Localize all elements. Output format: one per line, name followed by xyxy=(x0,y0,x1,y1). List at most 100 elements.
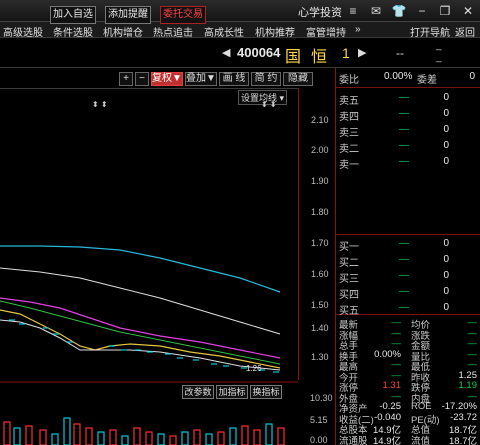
quote-row: 卖二 — 0 xyxy=(339,140,479,156)
marker-arrows-icon: ⬍ ⬍ xyxy=(92,100,108,109)
volume-tick: 5.15 xyxy=(310,415,328,425)
stat-label: 流通股 xyxy=(339,435,368,445)
shirt-icon[interactable]: 👕 xyxy=(391,3,407,19)
zoom-in-button[interactable]: + xyxy=(119,72,133,86)
quote-row: 今开 — 昨收 1.25 xyxy=(339,370,479,384)
price-tick: 1.30 xyxy=(311,352,329,362)
menu-item-high-growth[interactable]: 高成长性 xyxy=(204,24,244,39)
volume-bar xyxy=(25,425,33,445)
volume-bar xyxy=(181,431,189,445)
divider xyxy=(336,87,480,88)
close-icon[interactable]: ✕ xyxy=(460,3,476,19)
kline-chart-svg: 1.26 xyxy=(0,88,298,445)
volume-bar xyxy=(169,435,177,445)
bid-level-label: 买三 xyxy=(339,274,359,285)
price-tick: 1.70 xyxy=(311,238,329,248)
zoom-out-button[interactable]: − xyxy=(135,72,149,86)
menu-item-institution-recommend[interactable]: 机构推荐 xyxy=(255,24,295,39)
bid-level-label: 买四 xyxy=(339,290,359,301)
ask-volume: 0 xyxy=(443,156,449,167)
low-price-label: 1.26 xyxy=(246,364,262,373)
change-indicator-button[interactable]: 换指标 xyxy=(250,385,282,399)
volume-bar xyxy=(193,429,201,445)
volume-bar xyxy=(253,429,261,445)
quote-row: 买二 — 0 xyxy=(339,254,479,270)
add-indicator-button[interactable]: 加指标 xyxy=(216,385,248,399)
quote-row: 总股本 14.9亿 总值 18.7亿 xyxy=(339,422,479,436)
bid-price: — xyxy=(399,254,409,265)
menu-item-back[interactable]: 返回 xyxy=(455,24,475,39)
price-tick: 1.50 xyxy=(311,300,329,310)
volume-bar xyxy=(265,423,273,445)
quote-row: 涨幅 — 涨跌 — xyxy=(339,327,479,342)
quote-row: 外盘 — 内盘 — xyxy=(339,390,479,405)
stat-value: — xyxy=(391,359,402,370)
volume-bar xyxy=(97,431,105,445)
ask-level-label: 卖四 xyxy=(339,112,359,123)
volume-bar xyxy=(229,427,237,445)
volume-bar xyxy=(241,425,249,445)
stat-value: -17.20% xyxy=(441,401,477,412)
stat-value: -0.040 xyxy=(374,411,401,423)
add-watchlist-button[interactable]: 加入自选 xyxy=(50,6,96,24)
weibi-row: 委比 0.00% 委差 0 xyxy=(339,71,479,87)
quote-row: 卖三 — 0 xyxy=(339,124,479,140)
overlay-dropdown[interactable]: 叠加▼ xyxy=(185,72,217,86)
stat-value: — xyxy=(391,327,402,339)
menu-item-holding-increase[interactable]: 富管增持 xyxy=(306,24,346,39)
edit-params-button[interactable]: 改参数 xyxy=(182,385,214,399)
volume-bar xyxy=(277,427,285,445)
quote-row: 流通股 14.9亿 流值 18.7亿 xyxy=(339,433,479,445)
bid-volume: 0 xyxy=(443,270,449,281)
menu-icon[interactable]: ≡ xyxy=(345,3,361,19)
menu-item-condition-pick[interactable]: 条件选股 xyxy=(53,24,93,39)
current-price: -- xyxy=(396,46,404,60)
restore-icon[interactable]: ❐ xyxy=(437,3,453,19)
kline-chart[interactable]: 1.26 xyxy=(0,88,335,445)
add-alert-button[interactable]: 添加提醒 xyxy=(105,6,151,24)
quote-row: 卖五 — 0 xyxy=(339,92,479,108)
change-value: _ xyxy=(436,40,442,51)
draw-line-button[interactable]: 画 线 xyxy=(219,72,249,86)
quote-row: 买四 — 0 xyxy=(339,286,479,302)
ask-price: — xyxy=(399,92,409,103)
weibi-label: 委比 xyxy=(339,75,359,86)
bid-volume: 0 xyxy=(443,254,449,265)
next-stock-arrow-icon[interactable]: ▶ xyxy=(358,46,366,59)
ma-line-cyan xyxy=(0,245,281,293)
ask-price: — xyxy=(399,140,409,151)
menu-item-advanced-pick[interactable]: 高级选股 xyxy=(3,24,43,39)
volume-bar xyxy=(3,421,11,445)
price-tick: 1.90 xyxy=(311,176,329,186)
menu-item-more[interactable]: » xyxy=(355,24,361,35)
menu-item-institution-add[interactable]: 机构增仓 xyxy=(103,24,143,39)
minimize-icon[interactable]: − xyxy=(414,3,430,19)
hide-button[interactable]: 隐藏 xyxy=(283,72,313,86)
stat-value: -0.25 xyxy=(379,401,401,412)
bid-volume: 0 xyxy=(443,286,449,297)
simple-mode-button[interactable]: 简 约 xyxy=(251,72,281,86)
quote-row: 净资产 -0.25 ROE -17.20% xyxy=(339,401,479,415)
quote-row: 买一 — 0 xyxy=(339,238,479,254)
bid-price: — xyxy=(399,238,409,249)
stat-value: 18.7亿 xyxy=(449,435,477,445)
bid-price: — xyxy=(399,270,409,281)
prev-stock-arrow-icon[interactable]: ◀ xyxy=(222,46,230,59)
envelope-icon[interactable]: ✉ xyxy=(368,3,384,19)
trade-button[interactable]: 委托交易 xyxy=(160,6,206,24)
quote-row: 最新 — 均价 — xyxy=(339,317,479,331)
stat-value: — xyxy=(467,390,478,402)
quote-row: 卖四 — 0 xyxy=(339,108,479,124)
ask-level-label: 卖五 xyxy=(339,96,359,107)
menu-item-hotspot[interactable]: 热点追击 xyxy=(153,24,193,39)
price-tick: 1.80 xyxy=(311,207,329,217)
volume-bar xyxy=(109,429,117,445)
bid-volume: 0 xyxy=(443,238,449,249)
stock-name-suffix: 1 xyxy=(342,45,350,61)
price-tick: 2.00 xyxy=(311,145,329,155)
menu-item-open-nav[interactable]: 打开导航 xyxy=(410,24,450,39)
volume-bar xyxy=(145,431,153,445)
stat-value: — xyxy=(391,390,402,402)
stat-value: 1.31 xyxy=(382,380,402,391)
fuquan-dropdown[interactable]: 复权▼ xyxy=(151,72,183,86)
